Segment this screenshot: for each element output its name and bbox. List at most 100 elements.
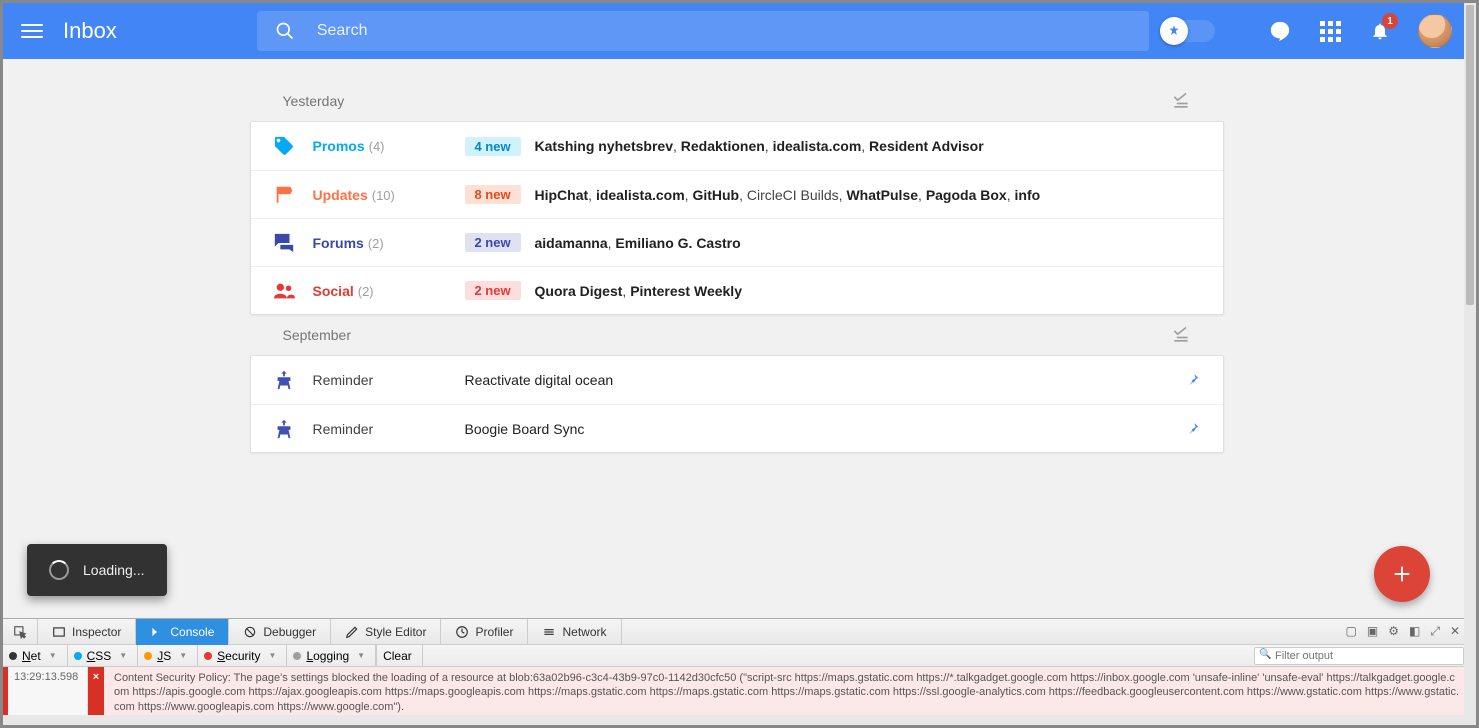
apps-grid-icon[interactable] (1318, 19, 1342, 43)
sweep-icon[interactable] (1171, 325, 1191, 345)
chevron-down-icon: ▼ (357, 651, 365, 660)
cluster-senders: Quora Digest, Pinterest Weekly (535, 283, 1201, 299)
scrollbar-vertical[interactable] (1464, 3, 1476, 718)
chevron-down-icon: ▼ (269, 651, 277, 660)
dot-icon (293, 652, 301, 660)
avatar[interactable] (1418, 14, 1452, 48)
tab-label: Style Editor (365, 625, 426, 639)
pin-icon[interactable] (1185, 421, 1201, 437)
reminder-icon (273, 369, 313, 391)
devtools-panel: Inspector Console Debugger Style Editor Prof… (3, 618, 1470, 718)
search-input[interactable] (317, 22, 1131, 40)
reminder-label: Reminder (313, 421, 465, 437)
updates-icon (273, 184, 313, 206)
filter-chip-logging[interactable]: Logging▼ (287, 645, 376, 667)
cluster-row-social[interactable]: Social(2)2 newQuora Digest, Pinterest We… (251, 266, 1223, 314)
console-error-row: 13:29:13.598 × Content Security Policy: … (3, 667, 1470, 718)
pin-icon (1167, 24, 1181, 38)
tab-icon (243, 625, 257, 639)
notification-badge: 1 (1382, 13, 1398, 29)
compose-fab[interactable] (1374, 546, 1430, 602)
devtools-tab-profiler[interactable]: Profiler (441, 619, 528, 645)
reminder-row[interactable]: ReminderBoogie Board Sync (251, 404, 1223, 452)
devtools-responsive-icon[interactable]: ▣ (1367, 624, 1378, 639)
devtools-tab-inspector[interactable]: Inspector (38, 619, 136, 645)
window-bottom-edge (3, 715, 1476, 725)
reminder-text: Boogie Board Sync (465, 421, 1185, 437)
chip-label: CSS (87, 649, 112, 663)
message-card: Promos(4)4 new Katshing nyhetsbrev, Redak… (250, 121, 1224, 315)
dot-icon (9, 652, 17, 660)
devtools-close-icon[interactable]: ✕ (1450, 624, 1460, 639)
cluster-senders: aidamanna, Emiliano G. Castro (535, 235, 1201, 251)
promos-icon (273, 135, 313, 157)
devtools-dock-icon[interactable]: ◧ (1409, 624, 1420, 639)
devtools-screenshot-icon[interactable]: ▢ (1346, 624, 1357, 639)
chevron-down-icon: ▼ (49, 651, 57, 660)
devtools-tab-console[interactable]: Console (136, 619, 229, 645)
new-badge: 8 new (465, 185, 521, 204)
devtools-settings-icon[interactable]: ⚙ (1388, 624, 1399, 639)
console-timestamp: 13:29:13.598 (8, 667, 88, 718)
new-badge: 4 new (465, 137, 521, 156)
tab-label: Network (562, 625, 606, 639)
notifications-icon[interactable]: 1 (1368, 19, 1392, 43)
console-dismiss-icon[interactable]: × (88, 667, 104, 718)
section-header: Yesterday (261, 81, 1213, 121)
filter-chip-security[interactable]: Security ▼ (198, 645, 287, 667)
cluster-row-forums[interactable]: Forums(2)2 new aidamanna, Emiliano G. Cas… (251, 218, 1223, 266)
message-card: ReminderReactivate digital oceanReminder… (250, 355, 1224, 453)
app-header: Inbox 1 (3, 3, 1470, 59)
tab-icon (542, 625, 556, 639)
section-title: Yesterday (283, 93, 345, 109)
sweep-icon[interactable] (1171, 91, 1191, 111)
tab-label: Console (170, 625, 214, 639)
devtools-pick-element[interactable] (3, 619, 38, 645)
filter-chip-css[interactable]: CSS ▼ (68, 645, 139, 667)
devtools-popout-icon[interactable]: ⤢ (1430, 624, 1440, 639)
filter-output-input[interactable] (1254, 647, 1464, 665)
cluster-label: Forums(2) (313, 235, 465, 251)
cluster-label: Updates(10) (313, 187, 465, 203)
devtools-tab-style-editor[interactable]: Style Editor (331, 619, 441, 645)
new-badge: 2 new (465, 233, 521, 252)
filter-chip-net[interactable]: Net ▼ (3, 645, 68, 667)
filter-chip-js[interactable]: JS▼ (138, 645, 198, 667)
search-icon (275, 21, 295, 41)
clear-button[interactable]: Clear (376, 645, 423, 667)
search-box[interactable] (257, 11, 1149, 51)
cluster-label: Social(2) (313, 283, 465, 299)
tab-icon (455, 625, 469, 639)
tab-icon (345, 625, 359, 639)
section-title: September (283, 327, 351, 343)
tab-label: Inspector (72, 625, 121, 639)
hangouts-icon[interactable] (1268, 19, 1292, 43)
tab-label: Profiler (475, 625, 513, 639)
dot-icon (144, 652, 152, 660)
tab-icon (150, 625, 164, 639)
chevron-down-icon: ▼ (119, 651, 127, 660)
devtools-tab-debugger[interactable]: Debugger (229, 619, 331, 645)
app-title: Inbox (63, 18, 117, 44)
cluster-row-updates[interactable]: Updates(10)8 new HipChat, idealista.com, … (251, 170, 1223, 218)
reminder-icon (273, 418, 313, 440)
dot-icon (204, 652, 212, 660)
reminder-row[interactable]: ReminderReactivate digital ocean (251, 356, 1223, 404)
dot-icon (74, 652, 82, 660)
cluster-label: Promos(4) (313, 138, 465, 154)
forums-icon (273, 232, 313, 254)
pinned-toggle[interactable] (1163, 20, 1215, 42)
cluster-row-promos[interactable]: Promos(4)4 new Katshing nyhetsbrev, Redak… (251, 122, 1223, 170)
chip-label: Security (217, 649, 260, 663)
toast-text: Loading... (83, 562, 145, 578)
cluster-senders: Katshing nyhetsbrev, Redaktionen, ideali… (535, 138, 1201, 154)
tab-icon (52, 625, 66, 639)
loading-toast: Loading... (27, 544, 167, 596)
cluster-senders: HipChat, idealista.com, GitHub, CircleCI… (535, 187, 1201, 203)
clear-label: Clear (383, 649, 412, 663)
chip-label: JS (157, 649, 171, 663)
devtools-tab-network[interactable]: Network (528, 619, 621, 645)
chip-label: Net (22, 649, 41, 663)
menu-icon[interactable] (21, 20, 43, 42)
pin-icon[interactable] (1185, 372, 1201, 388)
